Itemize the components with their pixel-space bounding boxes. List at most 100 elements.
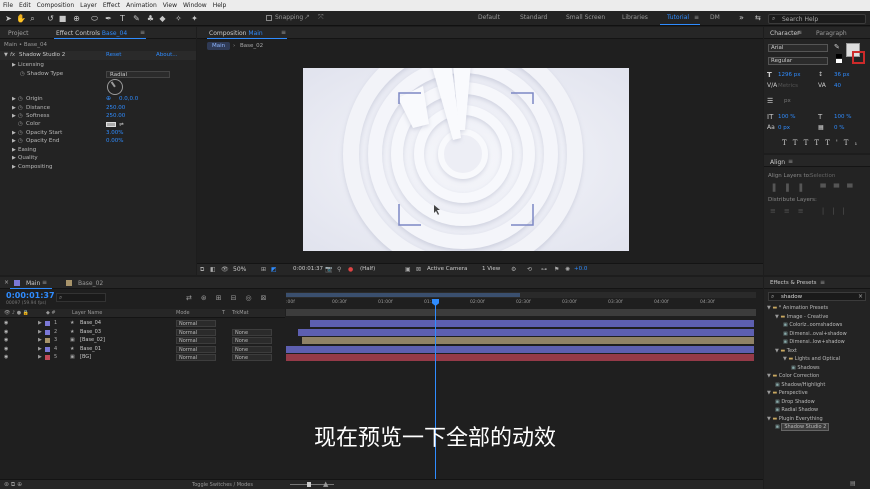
menu-view[interactable]: View xyxy=(163,2,177,9)
menu-composition[interactable]: Composition xyxy=(37,2,74,9)
effects-folder[interactable]: ▼ ▬ Text xyxy=(775,347,870,356)
always-preview-icon[interactable]: ⧉ xyxy=(200,266,204,274)
workspace-small-screen[interactable]: Small Screen xyxy=(566,14,605,21)
toggle-switches-modes[interactable]: Toggle Switches / Modes xyxy=(192,482,253,488)
transparency-icon[interactable]: ⊠ xyxy=(416,266,421,273)
tracking-value[interactable]: 40 xyxy=(834,83,841,89)
effects-folder[interactable]: ▼ ▬ * Animation Presets xyxy=(767,304,870,313)
kerning-value[interactable]: Metrics xyxy=(778,83,798,89)
camera-tool-icon[interactable]: ■ xyxy=(58,14,67,23)
layer-expand-icon[interactable]: ▶ xyxy=(38,353,42,362)
exposure-value[interactable]: +0.0 xyxy=(574,266,587,272)
snapshot-icon[interactable]: 📷 xyxy=(325,266,332,273)
exposure-icon[interactable]: ✺ xyxy=(565,266,570,273)
effects-item[interactable]: ▣ Shadows xyxy=(791,364,870,373)
pen-tool-icon[interactable]: ✒ xyxy=(104,14,113,23)
layer-mode-dropdown[interactable]: Normal xyxy=(176,320,216,327)
timeline-switch-icons[interactable]: ⇄⊛⊞⊟◎⊠ xyxy=(186,294,275,302)
effects-item[interactable]: ▣ Colorlz..oomshadows xyxy=(783,321,870,330)
layer-row[interactable]: ◉ ▶ 1 ★ Base_04 Normal xyxy=(0,319,285,328)
layer-label-color[interactable] xyxy=(45,346,50,352)
tab-character[interactable]: Character xyxy=(770,30,800,37)
layer-expand-icon[interactable]: ▶ xyxy=(38,319,42,328)
reset-button[interactable]: Reset xyxy=(106,52,121,58)
type-tool-icon[interactable]: T xyxy=(118,14,127,23)
footer-icons[interactable]: ⊛ ⧉ ⊕ xyxy=(4,481,22,489)
layer-duration-bar[interactable] xyxy=(298,328,754,336)
menu-effect[interactable]: Effect xyxy=(103,2,120,9)
timeline-tab-base[interactable]: Base_02 xyxy=(78,280,103,287)
renderer-icon[interactable]: ⚙ xyxy=(511,266,516,273)
leading-value[interactable]: 36 px xyxy=(834,72,850,78)
color-swatch[interactable] xyxy=(106,122,116,127)
view-options-icon[interactable]: 👁 xyxy=(221,266,229,273)
tab-composition[interactable]: Composition Main xyxy=(209,30,263,37)
flowchart-icon[interactable]: ⊶ xyxy=(541,266,547,273)
stopwatch-icon[interactable]: ◷ xyxy=(18,137,23,146)
roto-tool-icon[interactable]: ✧ xyxy=(174,14,183,23)
layer-label-color[interactable] xyxy=(45,338,50,344)
panel-menu-icon[interactable]: ≡ xyxy=(140,29,145,36)
effects-folder[interactable]: ▼ ▬ Color Correction xyxy=(767,372,870,381)
effects-item[interactable]: ▣ Shadow/Highlight xyxy=(775,381,870,390)
fast-previews-icon[interactable]: ⚑ xyxy=(554,266,559,273)
tsume-value[interactable]: 0 % xyxy=(834,125,844,131)
align-buttons[interactable]: ▐▐▐ ▀▀▀ xyxy=(770,184,861,192)
eyedropper-icon[interactable]: ✎ xyxy=(834,43,840,51)
zoom-slider-handle[interactable] xyxy=(307,482,311,487)
layer-row[interactable]: ◉ ▶ 4 ★ Base_01 Normal None xyxy=(0,345,285,354)
layer-mode-dropdown[interactable]: Normal xyxy=(176,337,216,345)
timeline-search-input[interactable]: ⌕ xyxy=(56,293,106,302)
param-row-color[interactable]: ◷ Color ⇌ xyxy=(0,120,196,129)
show-snapshot-icon[interactable]: ⚲ xyxy=(337,266,341,273)
layer-row[interactable]: ◉ ▶ 5 ▣ [BG] Normal None xyxy=(0,353,285,362)
stroke-width-value[interactable]: px xyxy=(784,98,791,104)
shadow-type-dropdown[interactable]: Radial xyxy=(106,71,170,78)
black-swatch[interactable] xyxy=(836,54,842,58)
horizontal-scale-value[interactable]: 100 % xyxy=(834,114,851,120)
timeline-menu-icon[interactable]: ≡ xyxy=(42,279,47,286)
layer-mode-dropdown[interactable]: Normal xyxy=(176,328,216,336)
col-trkmat[interactable]: TrkMat xyxy=(232,310,249,316)
col-layer-name[interactable]: Layer Name xyxy=(72,310,102,316)
layer-label-color[interactable] xyxy=(45,321,50,326)
param-expand-icon[interactable]: ▶ xyxy=(12,61,16,70)
layer-name[interactable]: Base_03 xyxy=(80,328,101,337)
new-bin-icon[interactable]: ▤ xyxy=(850,480,856,487)
visibility-eye-icon[interactable]: ◉ xyxy=(4,336,8,345)
tab-project[interactable]: Project xyxy=(8,30,29,37)
layer-duration-bar[interactable] xyxy=(302,337,754,345)
effects-search-box[interactable]: ⌕ shadow × xyxy=(768,292,866,301)
zoom-dropdown[interactable]: 50% xyxy=(233,266,246,273)
time-ruler[interactable]: :00f 00:30f 01:00f 01:30f 02:00f 02:30f 03:00f… xyxy=(286,299,756,309)
visibility-eye-icon[interactable]: ◉ xyxy=(4,328,8,337)
stopwatch-icon[interactable]: ◷ xyxy=(18,120,23,129)
effects-folder[interactable]: ▼ ▬ Lights and Optical xyxy=(783,355,870,364)
layer-expand-icon[interactable]: ▶ xyxy=(38,336,42,345)
param-expand-icon[interactable]: ▶ xyxy=(12,137,16,146)
layer-mode-dropdown[interactable]: Normal xyxy=(176,354,216,362)
channel-icon[interactable]: ● xyxy=(348,266,353,273)
shape-tool-icon[interactable]: ⬭ xyxy=(90,14,99,23)
search-help-box[interactable]: ⌕ Search Help xyxy=(768,14,866,24)
font-family-dropdown[interactable]: Arial xyxy=(768,44,828,52)
timeline-tab-main[interactable]: Main xyxy=(26,280,40,287)
effects-menu-icon[interactable]: ≡ xyxy=(820,279,825,286)
layer-row[interactable]: ◉ ▶ 2 ★ Base_03 Normal None xyxy=(0,328,285,337)
workspace-libraries[interactable]: Libraries xyxy=(622,14,648,21)
puppet-tool-icon[interactable]: ✦ xyxy=(190,14,199,23)
layer-trkmat-dropdown[interactable]: None xyxy=(232,345,272,353)
snap-icon[interactable]: ↗ xyxy=(304,13,310,21)
tab-effects-presets[interactable]: Effects & Presets xyxy=(770,280,817,286)
effects-folder[interactable]: ▼ ▬ Perspective xyxy=(767,389,870,398)
grid-icon[interactable]: ⊞ xyxy=(261,266,266,273)
layer-expand-icon[interactable]: ▶ xyxy=(38,345,42,354)
camera-dropdown[interactable]: Active Camera xyxy=(427,266,467,272)
effects-folder[interactable]: ▼ ▬ Image - Creative xyxy=(775,313,870,322)
timeline-timecode[interactable]: 0:00:01:37 xyxy=(6,291,55,300)
workspace-standard[interactable]: Standard xyxy=(520,14,547,21)
layer-duration-bar[interactable] xyxy=(286,345,754,353)
effects-search-input[interactable]: shadow xyxy=(781,294,802,300)
stopwatch-icon[interactable]: ◷ xyxy=(20,70,25,79)
visibility-eye-icon[interactable]: ◉ xyxy=(4,353,8,362)
